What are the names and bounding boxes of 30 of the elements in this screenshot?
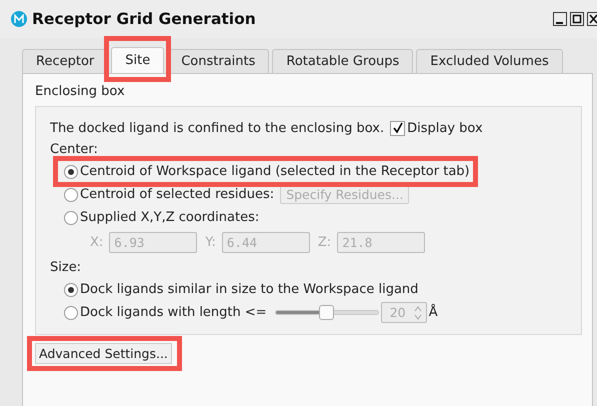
coordinate-label: Z: [318, 235, 332, 250]
radio-button[interactable] [64, 188, 78, 202]
radio-label: Dock ligands similar in size to the Workspace ligand [80, 282, 418, 297]
radio-label: Supplied X,Y,Z coordinates: [80, 210, 260, 225]
radio-button[interactable] [64, 164, 78, 178]
window-title: Receptor Grid Generation [32, 10, 256, 28]
radio-label: Dock ligands with length <= [80, 305, 267, 320]
minimize-icon[interactable] [553, 12, 567, 26]
app-logo-icon [11, 11, 27, 27]
coordinate-label: Y: [205, 235, 216, 250]
radio-label: Centroid of Workspace ligand (selected in the Receptor tab) [80, 164, 470, 179]
tab[interactable]: Excluded Volumes [416, 49, 563, 73]
tab[interactable]: Site [111, 47, 164, 73]
advanced-settings-button[interactable]: Advanced Settings... [35, 343, 172, 364]
radio-label: Centroid of selected residues: [80, 187, 274, 202]
description-text: The docked ligand is confined to the enclosing box. [50, 120, 384, 136]
radio-button[interactable] [64, 282, 78, 296]
group-title: Enclosing box [35, 84, 126, 99]
section-label: Size: [50, 260, 82, 277]
section-label: Center: [50, 142, 99, 159]
unit-label: Å [428, 305, 438, 320]
coordinate-label: X: [90, 235, 104, 250]
radio-button[interactable] [64, 306, 78, 320]
checkbox[interactable] [390, 120, 406, 136]
close-icon[interactable] [587, 12, 597, 26]
slider[interactable] [274, 305, 379, 320]
maximize-icon[interactable] [570, 12, 584, 26]
radio-button[interactable] [64, 210, 78, 224]
checkbox-label: Display box [407, 120, 483, 136]
tab[interactable]: Rotatable Groups [272, 49, 414, 73]
